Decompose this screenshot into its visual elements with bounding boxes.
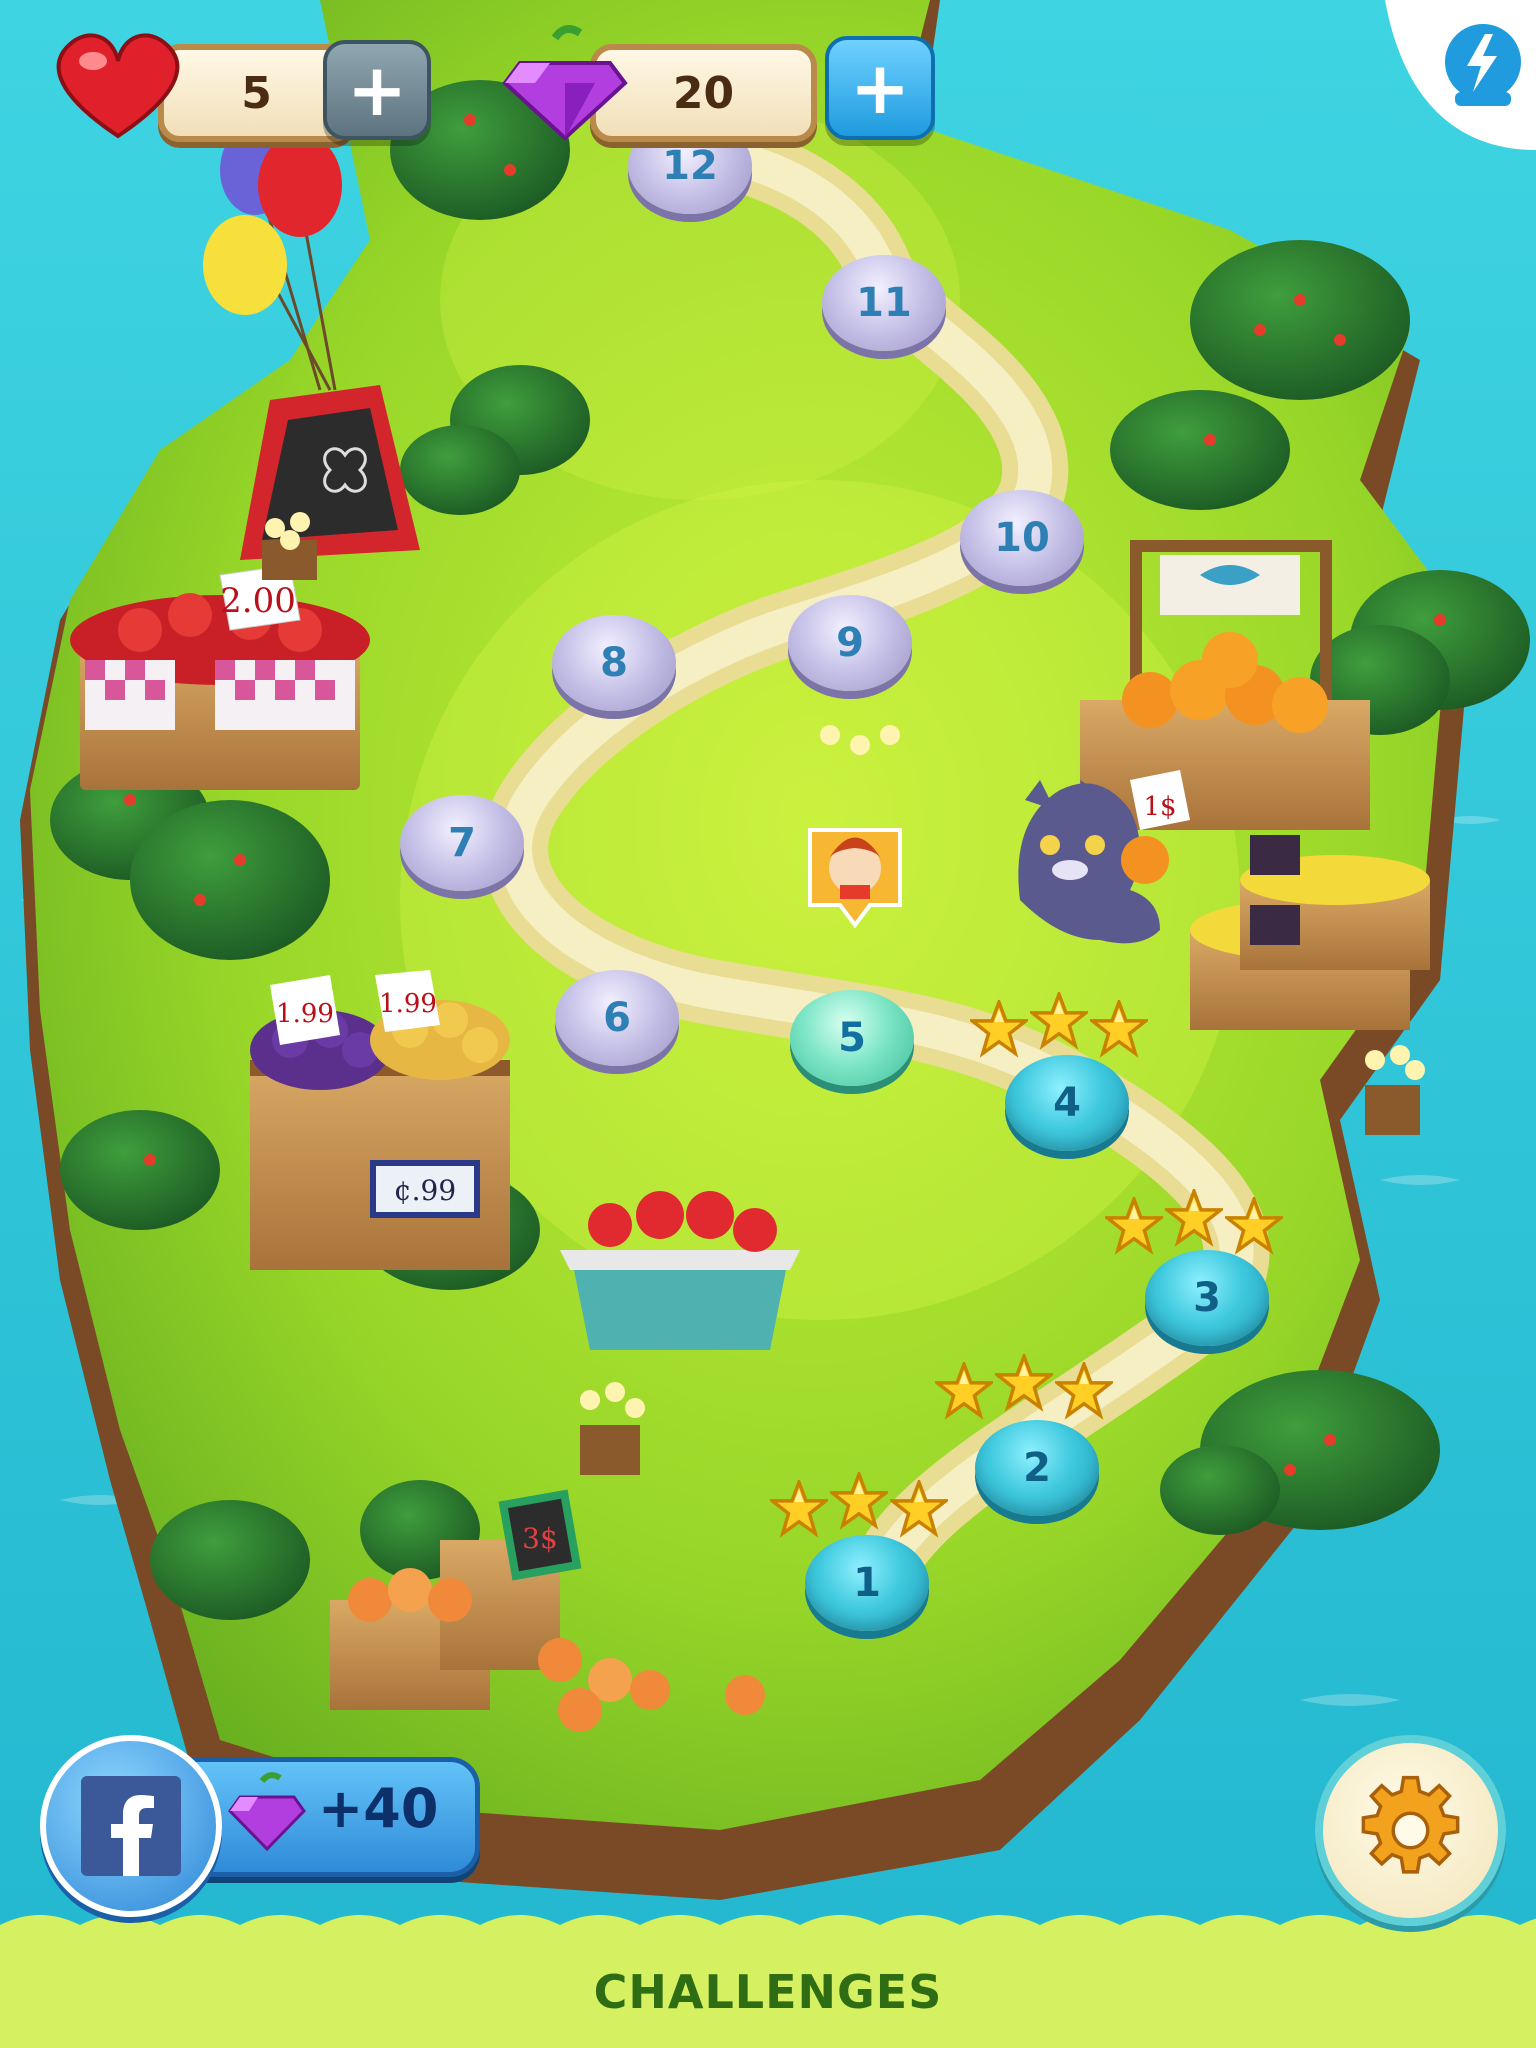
peaches-price-sign: 3$: [522, 1522, 558, 1555]
lightning-icon: [1385, 0, 1536, 150]
level-node-2[interactable]: 2: [975, 1420, 1099, 1516]
level-node-6[interactable]: 6: [555, 970, 679, 1066]
facebook-button[interactable]: [40, 1735, 222, 1917]
level-node-3[interactable]: 3: [1145, 1250, 1269, 1346]
level-node-10[interactable]: 10: [960, 490, 1084, 586]
star-icon: [1102, 1194, 1166, 1255]
star-icon: [887, 1477, 951, 1538]
apples-price-sign: 2.00: [220, 581, 296, 621]
level-stars: [967, 989, 1151, 1058]
lemons-price-sign: 1.99: [379, 989, 437, 1019]
facebook-connect-panel[interactable]: +40: [40, 1735, 480, 1917]
level-number: 11: [856, 280, 912, 326]
level-node-4[interactable]: 4: [1005, 1055, 1129, 1151]
heart-icon: [56, 33, 180, 139]
level-node-5[interactable]: 5: [790, 990, 914, 1086]
star-icon: [1222, 1194, 1286, 1255]
facebook-icon: [81, 1776, 181, 1876]
star-icon: [932, 1359, 996, 1420]
strawberry-basket: [560, 1191, 800, 1350]
crate-price-sign: ¢.99: [394, 1174, 456, 1207]
challenges-button[interactable]: CHALLENGES: [0, 1965, 1536, 2019]
level-number: 5: [838, 1015, 866, 1061]
plus-icon: +: [346, 48, 408, 132]
level-number: 8: [600, 640, 628, 686]
level-number: 7: [448, 820, 476, 866]
star-icon: [992, 1351, 1056, 1412]
oranges-price-sign: 1$: [1143, 792, 1176, 822]
plus-icon: +: [849, 46, 911, 130]
level-node-9[interactable]: 9: [788, 595, 912, 691]
boost-button[interactable]: [1385, 0, 1536, 150]
level-number: 1: [853, 1560, 881, 1606]
gem-icon: [228, 1772, 306, 1852]
add-gems-button[interactable]: +: [825, 36, 935, 140]
add-lives-button[interactable]: +: [323, 40, 431, 140]
star-icon: [827, 1469, 891, 1530]
gear-icon: [1361, 1775, 1460, 1874]
star-icon: [767, 1477, 831, 1538]
level-node-11[interactable]: 11: [822, 255, 946, 351]
star-icon: [1087, 997, 1151, 1058]
level-node-8[interactable]: 8: [552, 615, 676, 711]
level-number: 3: [1193, 1275, 1221, 1321]
level-stars: [767, 1469, 951, 1538]
lives-counter: 5 +: [48, 26, 438, 146]
gems-counter: 20 +: [495, 18, 935, 148]
lives-value: 5: [241, 67, 272, 119]
star-icon: [1162, 1186, 1226, 1247]
level-node-1[interactable]: 1: [805, 1535, 929, 1631]
level-number: 9: [836, 620, 864, 666]
level-node-7[interactable]: 7: [400, 795, 524, 891]
star-icon: [967, 997, 1031, 1058]
plums-price-sign: 1.99: [276, 999, 334, 1029]
gem-icon: [502, 25, 628, 141]
challenges-label: CHALLENGES: [593, 1965, 943, 2019]
star-icon: [1027, 989, 1091, 1050]
plum-crate: 1.99 1.99 ¢.99: [250, 970, 510, 1270]
settings-button[interactable]: [1315, 1735, 1506, 1926]
level-number: 10: [994, 515, 1050, 561]
level-number: 12: [662, 143, 718, 189]
gems-value: 20: [672, 67, 735, 119]
facebook-reward: +40: [318, 1777, 439, 1840]
level-number: 2: [1023, 1445, 1051, 1491]
level-number: 6: [603, 995, 631, 1041]
level-stars: [932, 1351, 1116, 1420]
star-icon: [1052, 1359, 1116, 1420]
level-number: 4: [1053, 1080, 1081, 1126]
level-stars: [1102, 1186, 1286, 1255]
